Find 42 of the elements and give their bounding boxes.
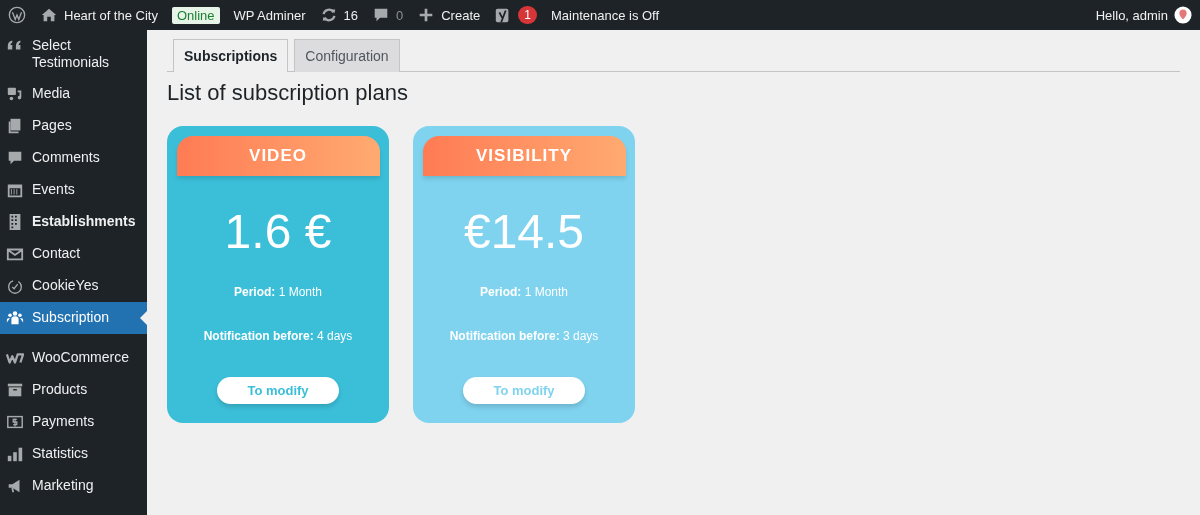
- media-icon: [6, 85, 24, 103]
- tab[interactable]: Configuration: [294, 39, 400, 72]
- comments-count[interactable]: 0: [396, 7, 404, 23]
- plan-price: 1.6 €: [224, 204, 332, 259]
- tab[interactable]: Subscriptions: [173, 39, 289, 72]
- plan-price: €14.5: [463, 204, 585, 259]
- plan-name-banner: VIDEO: [176, 136, 380, 176]
- sidebar-item[interactable]: Payments: [0, 406, 147, 438]
- notification-text: Notification before: 3 days: [449, 329, 599, 343]
- sidebar-item[interactable]: Contact: [0, 238, 147, 270]
- site-name-link[interactable]: Heart of the City: [64, 7, 158, 23]
- people-icon: [6, 309, 24, 327]
- sidebar-item[interactable]: CookieYes: [0, 270, 147, 302]
- sidebar-item[interactable]: Statistics: [0, 438, 147, 470]
- dollar-icon: [6, 413, 24, 431]
- avatar-icon: [1174, 6, 1192, 24]
- maintenance-status[interactable]: Maintenance is Off: [550, 7, 660, 23]
- sidebar-item[interactable]: Events: [0, 174, 147, 206]
- sidebar-item[interactable]: Pages: [0, 110, 147, 142]
- home-icon: [40, 6, 58, 24]
- adminer-link[interactable]: WP Adminer: [233, 7, 306, 23]
- sidebar-item[interactable]: Subscription: [0, 302, 147, 334]
- sidebar-item[interactable]: Media: [0, 78, 147, 110]
- status-badge: Online: [171, 6, 220, 24]
- sidebar-item[interactable]: Comments: [0, 142, 147, 174]
- page-heading: List of subscription plans: [167, 80, 409, 106]
- sidebar-item[interactable]: Select Testimonials: [0, 30, 147, 78]
- plan-name-banner: VISIBILITY: [422, 136, 626, 176]
- create-link[interactable]: Create: [441, 7, 481, 23]
- period-text: Period: 1 Month: [479, 285, 568, 299]
- sidebar-item[interactable]: Establishments: [0, 206, 147, 238]
- notification-text: Notification before: 4 days: [203, 329, 353, 343]
- notification-badge: 1: [518, 6, 537, 24]
- period-text: Period: 1 Month: [233, 285, 322, 299]
- greeting-link[interactable]: Hello, admin: [1095, 7, 1168, 23]
- updates-count[interactable]: 16: [343, 7, 358, 23]
- wordpress-logo-icon: [8, 6, 26, 24]
- archive-icon: [6, 381, 24, 399]
- bar-chart-icon: [6, 445, 24, 463]
- sidebar-item[interactable]: WooCommerce: [0, 342, 147, 374]
- sidebar-item[interactable]: Marketing: [0, 470, 147, 502]
- sidebar-item[interactable]: Products: [0, 374, 147, 406]
